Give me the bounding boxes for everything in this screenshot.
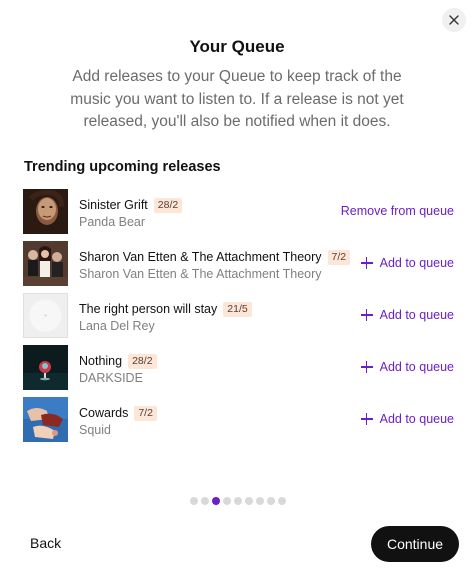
release-info: Nothing 28/2 DARKSIDE [79, 353, 157, 385]
action-label: Add to queue [379, 412, 454, 426]
plus-icon [360, 309, 373, 321]
plus-icon [360, 361, 373, 373]
back-button[interactable]: Back [30, 535, 61, 551]
section-title: Trending upcoming releases [24, 159, 221, 175]
release-row: Cowards 7/2 Squid Add to queue [0, 397, 474, 443]
add-to-queue-button[interactable]: Add to queue [360, 308, 454, 322]
release-date-badge: 28/2 [128, 353, 157, 369]
release-title[interactable]: Cowards [79, 406, 128, 420]
release-info: Sharon Van Etten & The Attachment Theory… [79, 249, 351, 281]
pagination-dot[interactable] [190, 497, 198, 505]
add-to-queue-button[interactable]: Add to queue [360, 360, 454, 374]
release-artist[interactable]: DARKSIDE [79, 371, 157, 385]
close-icon [449, 15, 459, 25]
release-info: Cowards 7/2 Squid [79, 405, 157, 437]
action-label: Add to queue [379, 308, 454, 322]
pagination-dot-active[interactable] [212, 497, 220, 505]
release-title[interactable]: The right person will stay [79, 302, 217, 316]
action-label: Add to queue [379, 256, 454, 270]
release-artist[interactable]: Sharon Van Etten & The Attachment Theory [79, 267, 350, 281]
plus-icon [360, 413, 373, 425]
release-artist[interactable]: Lana Del Rey [79, 319, 252, 333]
release-artist[interactable]: Panda Bear [79, 215, 182, 229]
release-row: Sinister Grift 28/2 Panda Bear Remove fr… [0, 189, 474, 235]
action-label: Add to queue [379, 360, 454, 374]
release-date-badge: 21/5 [223, 301, 252, 317]
release-artist[interactable]: Squid [79, 423, 157, 437]
release-title[interactable]: Sinister Grift [79, 198, 148, 212]
continue-button[interactable]: Continue [371, 526, 459, 562]
release-title[interactable]: Nothing [79, 354, 122, 368]
album-cover-image [23, 293, 68, 338]
release-row: Sharon Van Etten & The Attachment Theory… [0, 241, 474, 287]
pagination-dot[interactable] [267, 497, 275, 505]
release-row: Nothing 28/2 DARKSIDE Add to queue [0, 345, 474, 391]
release-row: The right person will stay 21/5 Lana Del… [0, 293, 474, 339]
release-date-badge: 7/2 [327, 249, 351, 265]
plus-icon [360, 257, 373, 269]
pagination-dot[interactable] [256, 497, 264, 505]
close-button[interactable] [442, 8, 466, 32]
add-to-queue-button[interactable]: Add to queue [360, 256, 454, 270]
release-date-badge: 7/2 [134, 405, 157, 421]
album-cover-image [23, 397, 68, 442]
release-info: The right person will stay 21/5 Lana Del… [79, 301, 252, 333]
pagination-dot[interactable] [223, 497, 231, 505]
action-label: Remove from queue [340, 204, 454, 218]
modal-description: Add releases to your Queue to keep track… [70, 68, 404, 130]
pagination-dot[interactable] [201, 497, 209, 505]
remove-from-queue-button[interactable]: Remove from queue [341, 204, 454, 218]
add-to-queue-button[interactable]: Add to queue [360, 412, 454, 426]
pagination-dot[interactable] [234, 497, 242, 505]
pagination-dots [190, 497, 286, 505]
album-cover-image [23, 241, 68, 286]
modal-title: Your Queue [189, 37, 285, 56]
album-cover-image [23, 189, 68, 234]
release-title[interactable]: Sharon Van Etten & The Attachment Theory [79, 250, 322, 264]
album-cover-image [23, 345, 68, 390]
release-info: Sinister Grift 28/2 Panda Bear [79, 197, 183, 229]
release-date-badge: 28/2 [153, 197, 183, 213]
pagination-dot[interactable] [278, 497, 286, 505]
pagination-dot[interactable] [245, 497, 253, 505]
